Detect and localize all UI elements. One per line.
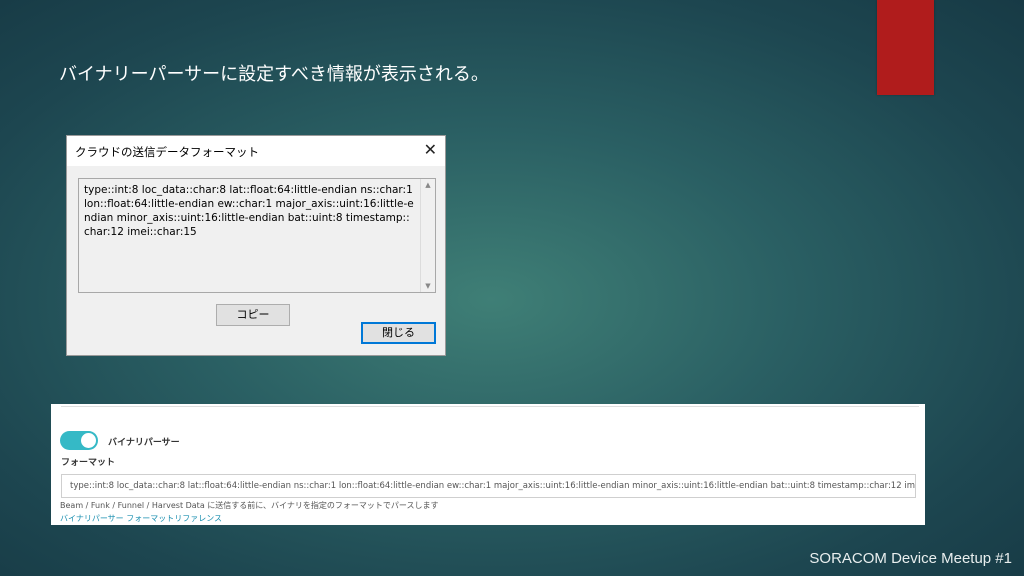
format-textarea[interactable]: type::int:8 loc_data::char:8 lat::float:… [78,178,436,293]
close-button[interactable]: 閉じる [361,322,436,344]
toggle-label: バイナリパーサー [108,438,180,448]
format-field-label: フォーマット [61,458,116,468]
divider [61,406,919,407]
dialog-titlebar: クラウドの送信データフォーマット ✕ [67,136,445,166]
slide-footer: SORACOM Device Meetup #1 [809,550,1012,567]
textarea-scrollbar[interactable]: ▲ ▼ [420,179,435,292]
format-reference-link[interactable]: バイナリパーサー フォーマットリファレンス [60,513,222,524]
dialog-title: クラウドの送信データフォーマット [75,145,259,159]
binary-parser-settings: バイナリパーサー フォーマット type::int:8 loc_data::ch… [51,404,925,525]
format-text: type::int:8 loc_data::char:8 lat::float:… [84,184,414,238]
scroll-up-icon[interactable]: ▲ [421,181,435,189]
copy-button[interactable]: コピー [216,304,290,326]
slide-headline: バイナリーパーサーに設定すべき情報が表示される。 [59,64,489,85]
scroll-down-icon[interactable]: ▼ [421,282,435,290]
help-text: Beam / Funk / Funnel / Harvest Data に送信す… [60,501,439,510]
accent-tab [877,0,934,95]
toggle-knob [81,433,96,448]
format-dialog: クラウドの送信データフォーマット ✕ type::int:8 loc_data:… [66,135,446,356]
format-input[interactable]: type::int:8 loc_data::char:8 lat::float:… [61,474,916,498]
close-icon[interactable]: ✕ [424,141,437,159]
binary-parser-toggle[interactable] [60,431,98,450]
